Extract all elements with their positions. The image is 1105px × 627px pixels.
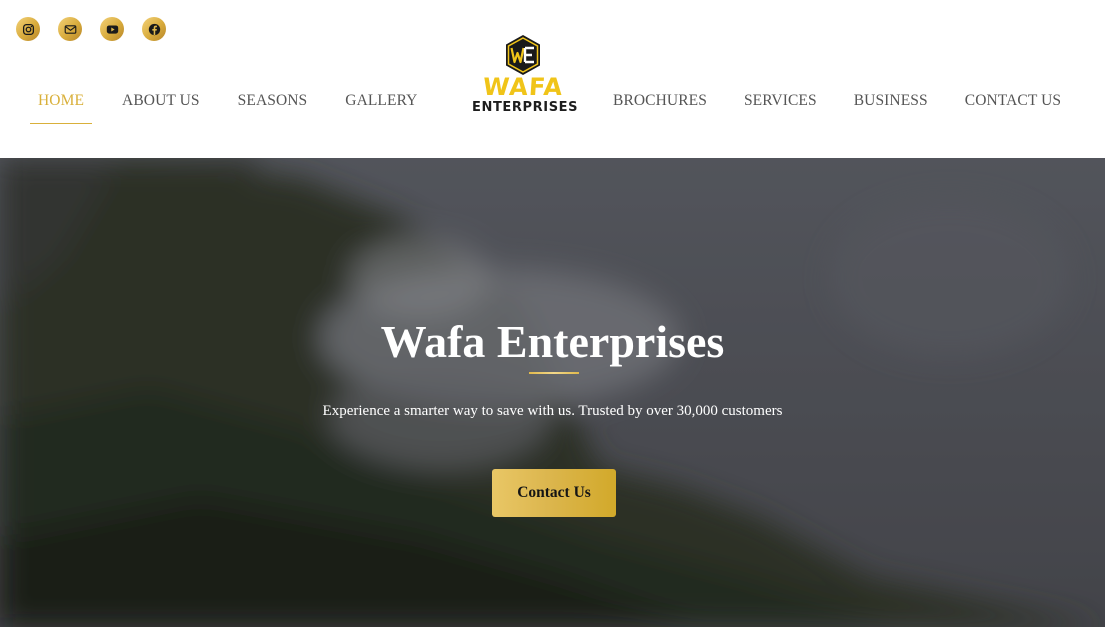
nav-brochures[interactable]: BROCHURES: [605, 92, 715, 124]
nav-right: BROCHURES SERVICES BUSINESS CONTACT US: [605, 92, 1090, 124]
hero-overlay: [0, 158, 1105, 627]
logo-mark-icon: [506, 35, 540, 75]
nav-home[interactable]: HOME: [30, 92, 93, 124]
logo-subtitle: ENTERPRISES: [472, 100, 579, 115]
title-underline: [529, 372, 579, 374]
nav-contact-us[interactable]: CONTACT US: [957, 92, 1069, 124]
hero-section: Wafa Enterprises Experience a smarter wa…: [0, 158, 1105, 627]
site-header: HOME ABOUT US SEASONS GALLERY WAFA ENTER…: [0, 0, 1105, 158]
contact-us-button[interactable]: Contact Us: [492, 469, 616, 517]
nav-business[interactable]: BUSINESS: [846, 92, 936, 124]
hero-subtitle: Experience a smarter way to save with us…: [322, 403, 783, 419]
instagram-icon[interactable]: [16, 17, 40, 41]
nav-seasons[interactable]: SEASONS: [230, 92, 316, 124]
nav-about-us[interactable]: ABOUT US: [114, 92, 208, 124]
nav-left: HOME ABOUT US SEASONS GALLERY: [30, 92, 447, 124]
facebook-icon[interactable]: [142, 17, 166, 41]
nav-gallery[interactable]: GALLERY: [337, 92, 425, 124]
hero-title: Wafa Enterprises: [380, 316, 725, 367]
youtube-icon[interactable]: [100, 17, 124, 41]
mail-icon[interactable]: [58, 17, 82, 41]
social-links: [16, 17, 166, 41]
logo-wordmark: WAFA: [481, 73, 565, 101]
nav-services[interactable]: SERVICES: [736, 92, 825, 124]
site-logo[interactable]: WAFA ENTERPRISES: [472, 34, 579, 120]
